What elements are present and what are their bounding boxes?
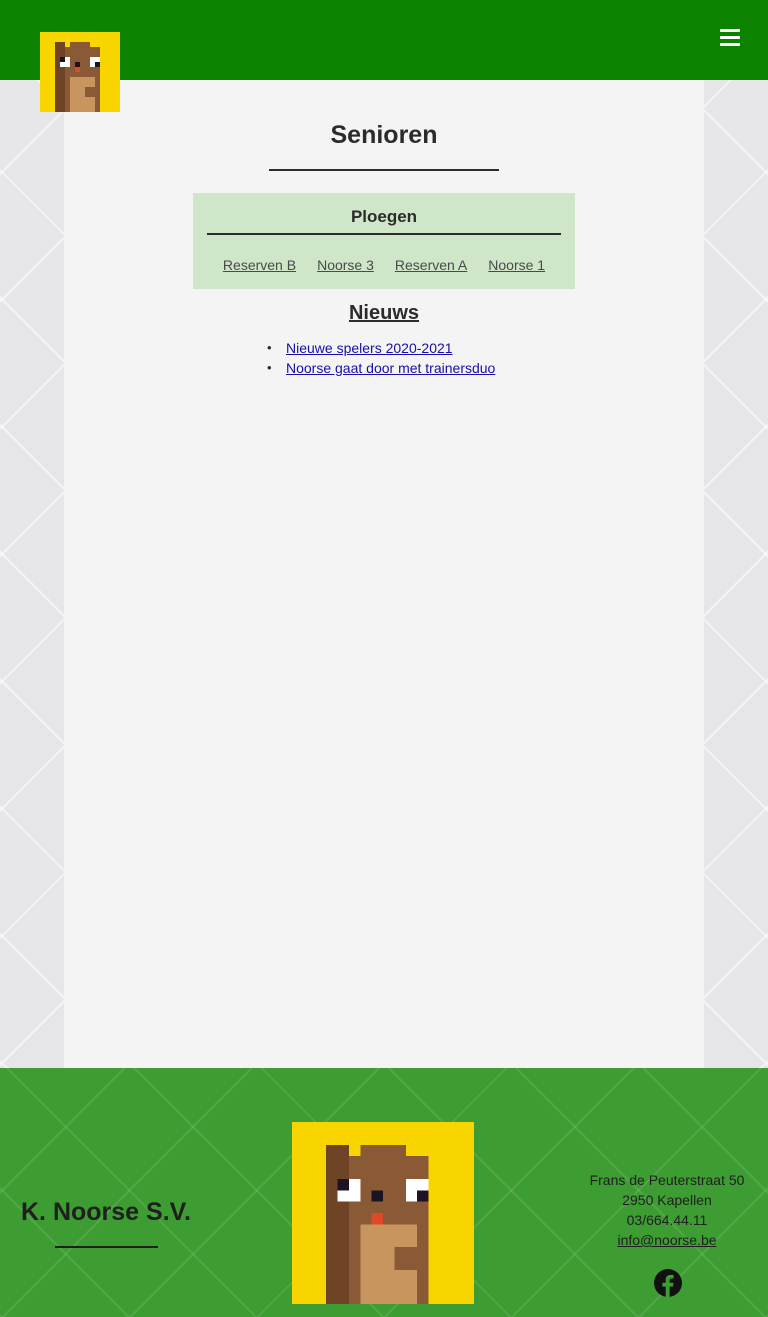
- news-item: Nieuwe spelers 2020-2021: [267, 340, 495, 360]
- club-mascot-logo-icon: [40, 32, 120, 112]
- teams-divider: [207, 233, 561, 235]
- news-link-nieuwe-spelers[interactable]: Nieuwe spelers 2020-2021: [286, 340, 453, 356]
- facebook-icon[interactable]: [654, 1269, 682, 1297]
- footer-club-name: K. Noorse S.V.: [21, 1198, 191, 1226]
- team-link-noorse-1[interactable]: Noorse 1: [488, 257, 545, 273]
- hamburger-menu-icon[interactable]: [720, 29, 740, 47]
- teams-title: Ploegen: [350, 207, 418, 226]
- email-link[interactable]: info@noorse.be: [617, 1232, 716, 1248]
- news-link-trainersduo[interactable]: Noorse gaat door met trainersduo: [286, 360, 495, 376]
- team-link-reserven-a[interactable]: Reserven A: [395, 257, 467, 273]
- main-content: Senioren Ploegen Reserven B Noorse 3 Res…: [64, 80, 704, 1068]
- footer-address: Frans de Peuterstraat 50 2950 Kapellen 0…: [567, 1170, 767, 1250]
- address-phone: 03/664.44.11: [626, 1212, 708, 1228]
- news-list: Nieuwe spelers 2020-2021 Noorse gaat doo…: [267, 340, 495, 380]
- teams-links: Reserven B Noorse 3 Reserven A Noorse 1: [193, 257, 575, 273]
- news-item: Noorse gaat door met trainersduo: [267, 360, 495, 380]
- team-link-noorse-3[interactable]: Noorse 3: [317, 257, 374, 273]
- address-city: 2950 Kapellen: [622, 1192, 712, 1208]
- title-divider: [269, 169, 499, 171]
- footer: K. Noorse S.V. Frans de Peuterstraat 50 …: [0, 1068, 768, 1317]
- teams-panel: Ploegen Reserven B Noorse 3 Reserven A N…: [193, 193, 575, 289]
- page-title: Senioren: [330, 121, 438, 149]
- footer-club-divider: [55, 1246, 158, 1248]
- team-link-reserven-b[interactable]: Reserven B: [223, 257, 296, 273]
- news-title: Nieuws: [348, 302, 420, 324]
- address-street: Frans de Peuterstraat 50: [589, 1172, 745, 1188]
- club-logo-link[interactable]: [40, 32, 120, 112]
- club-mascot-logo-icon: [292, 1122, 474, 1304]
